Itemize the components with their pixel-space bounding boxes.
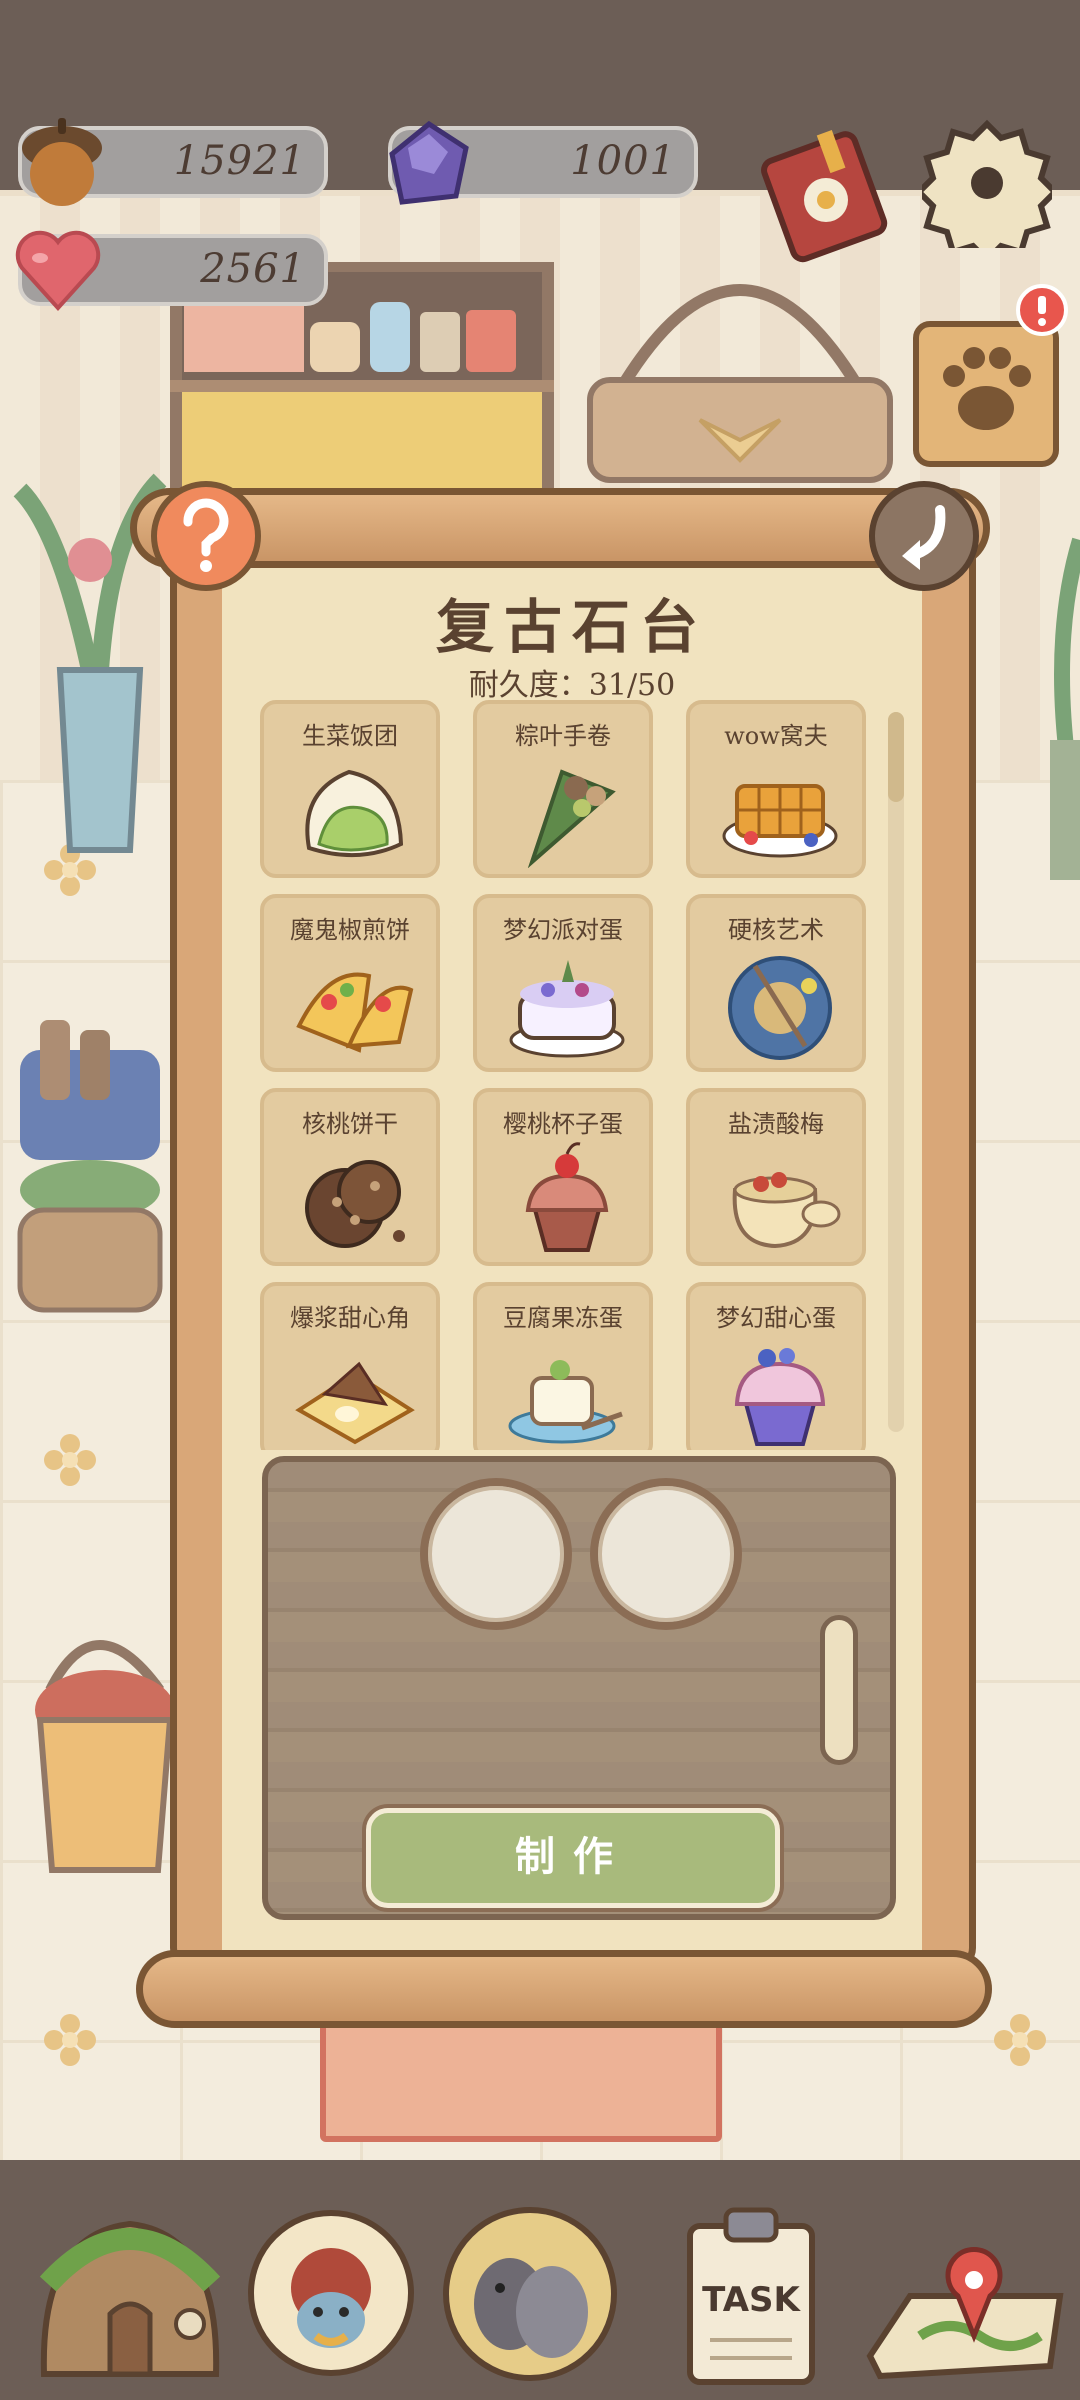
recipe-item[interactable]: 盐渍酸梅 [686,1088,866,1266]
recipe-grid: 生菜饭团 粽叶手卷 wow窝夫 魔鬼椒煎饼 梦幻派对蛋 硬核艺术 核桃饼干 樱桃… [258,698,898,1450]
waffle-icon [715,752,845,868]
picnic-basket [580,230,900,490]
home-house-button[interactable] [30,2204,230,2384]
recipe-label: 梦幻甜心蛋 [716,1304,836,1332]
pet-menu-button[interactable] [900,284,1070,474]
recipe-item[interactable]: 樱桃杯子蛋 [473,1088,653,1266]
rice-ball-icon [289,752,419,868]
gem-icon [384,118,474,208]
recipe-scrollbar-track[interactable] [888,712,904,1432]
task-label: TASK [702,2280,800,2320]
tofu-pudding-icon [502,1334,632,1450]
settings-gear-button[interactable] [914,118,1060,265]
heart-icon [14,228,102,312]
ingredient-slot-1[interactable] [420,1478,572,1630]
recipe-scrollbar-thumb[interactable] [888,712,904,802]
recipe-label: 生菜饭团 [302,722,398,750]
make-button[interactable]: 制作 [366,1808,780,1908]
cherry-cupcake-icon [502,1140,632,1256]
panel-bottom-rod [136,1950,992,2028]
firewood-basket [10,1010,170,1320]
recipe-item[interactable]: 梦幻派对蛋 [473,894,653,1072]
board-handle [820,1615,858,1765]
dream-cupcake-icon [715,1334,845,1450]
recipe-label: 粽叶手卷 [515,722,611,750]
help-button[interactable] [148,478,264,594]
walnut-cookie-icon [289,1140,419,1256]
recipe-label: 盐渍酸梅 [728,1110,824,1138]
recipe-item[interactable]: 硬核艺术 [686,894,866,1072]
leaf-roll-icon [502,752,632,869]
back-button[interactable] [866,478,982,594]
recipe-label: wow窝夫 [724,722,828,750]
heart-count: 2561 [200,246,306,292]
floor-flower-decoration [40,1430,100,1490]
recipe-item[interactable]: wow窝夫 [686,700,866,878]
right-plant [1040,520,1080,880]
gem-count: 1001 [570,138,676,184]
recipe-item[interactable]: 生菜饭团 [260,700,440,878]
sweet-dumpling-icon [289,1334,419,1450]
ingredient-slot-2[interactable] [590,1478,742,1630]
recipe-label: 爆浆甜心角 [290,1304,410,1332]
pickled-plum-jar-icon [715,1140,845,1256]
art-plate-icon [715,946,845,1062]
recipe-item[interactable]: 豆腐果冻蛋 [473,1282,653,1450]
recipe-item[interactable]: 魔鬼椒煎饼 [260,894,440,1072]
pigeons-button[interactable] [440,2204,620,2384]
floor-rug [320,2020,722,2142]
character-avatar-button[interactable] [246,2208,416,2378]
recipe-item[interactable]: 核桃饼干 [260,1088,440,1266]
taco-icon [289,946,419,1062]
floor-flower-decoration [40,2010,100,2070]
recipe-label: 核桃饼干 [302,1110,398,1138]
world-map-button[interactable] [860,2226,1070,2386]
task-board-button[interactable]: TASK [676,2200,826,2390]
recipe-book-button[interactable] [752,118,900,266]
recipe-label: 魔鬼椒煎饼 [290,916,410,944]
recipe-item[interactable]: 爆浆甜心角 [260,1282,440,1450]
bucket [20,1610,175,1880]
workbench-title: 复古石台 [435,593,708,661]
recipe-label: 梦幻派对蛋 [503,916,623,944]
recipe-item[interactable]: 梦幻甜心蛋 [686,1282,866,1450]
floor-flower-decoration [990,2010,1050,2070]
recipe-label: 樱桃杯子蛋 [503,1110,623,1138]
acorn-count: 15921 [173,138,306,184]
recipe-item[interactable]: 粽叶手卷 [473,700,653,878]
recipe-label: 硬核艺术 [728,916,824,944]
acorn-icon [14,114,110,210]
party-cake-icon [502,946,632,1062]
recipe-label: 豆腐果冻蛋 [503,1304,623,1332]
